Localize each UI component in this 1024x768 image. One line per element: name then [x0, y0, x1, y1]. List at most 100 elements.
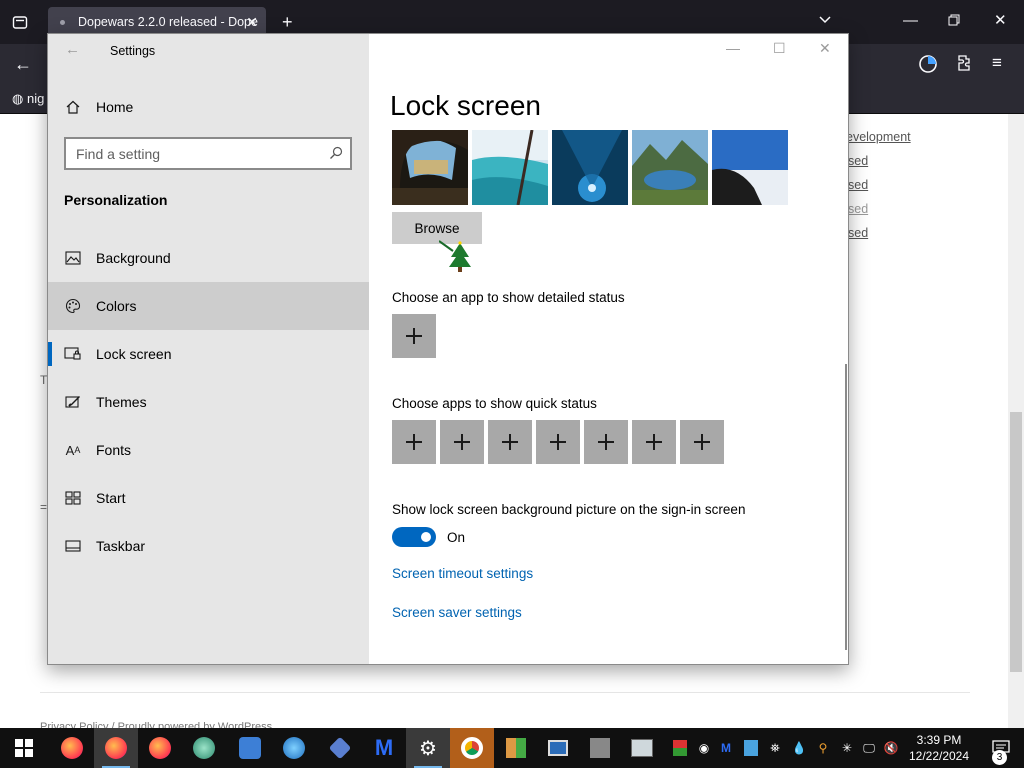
taskbar-app[interactable] — [494, 728, 538, 768]
sidebar-item-label: Taskbar — [96, 538, 146, 554]
bookmark-item[interactable]: ◍ nig — [12, 91, 44, 107]
firefox-view-icon[interactable] — [918, 54, 938, 77]
taskbar-app[interactable] — [620, 728, 664, 768]
taskbar-app[interactable] — [182, 728, 226, 768]
taskbar-app[interactable] — [450, 728, 494, 768]
firefox-icon — [105, 737, 127, 759]
plus-icon-stroke — [413, 434, 415, 450]
add-quick-status-app-button[interactable] — [632, 420, 676, 464]
plus-icon-stroke — [653, 434, 655, 450]
restore-icon[interactable] — [948, 14, 960, 29]
chevron-down-icon[interactable] — [818, 13, 832, 30]
page-link[interactable]: sed — [848, 202, 868, 216]
sidebar-item-label: Fonts — [96, 442, 132, 458]
taskbar-firefox[interactable] — [50, 728, 94, 768]
search-tray-icon[interactable]: ⚲ — [816, 740, 830, 756]
sidebar-item-taskbar[interactable]: Taskbar — [48, 522, 369, 570]
network-tray-icon[interactable]: ⛯ — [768, 740, 782, 756]
taskbar-firefox[interactable] — [94, 728, 138, 768]
tab-overview-icon[interactable] — [12, 14, 28, 33]
background-thumbnail[interactable] — [392, 130, 468, 205]
sidebar-item-lock-screen[interactable]: Lock screen — [48, 330, 369, 378]
lock-screen-icon — [63, 344, 83, 364]
add-detailed-status-app-button[interactable] — [392, 314, 436, 358]
volume-muted-icon[interactable]: 🔇 — [884, 740, 899, 756]
background-thumbnail[interactable] — [472, 129, 548, 206]
droplet-icon[interactable]: 💧 — [792, 740, 807, 756]
taskbar-app[interactable] — [318, 728, 362, 768]
globe-icon: ◍ — [12, 91, 24, 106]
page-link[interactable]: sed — [848, 178, 868, 192]
ie-app-icon — [283, 737, 305, 759]
taskbar-app[interactable] — [228, 728, 272, 768]
background-thumbnail[interactable] — [552, 130, 628, 205]
screen-timeout-link[interactable]: Screen timeout settings — [392, 566, 533, 581]
search-input[interactable] — [66, 139, 306, 168]
content-scrollbar[interactable] — [845, 364, 847, 650]
image-icon — [63, 248, 83, 268]
signin-picture-toggle[interactable] — [392, 527, 436, 547]
search-icon[interactable] — [328, 145, 344, 161]
sidebar-item-label: Start — [96, 490, 126, 506]
taskbar-app[interactable]: M — [362, 728, 406, 768]
taskbar-app[interactable] — [536, 728, 580, 768]
add-quick-status-app-button[interactable] — [488, 420, 532, 464]
malwarebytes-tray-icon[interactable]: M — [719, 740, 733, 756]
close-icon[interactable]: ✕ — [819, 40, 831, 57]
network-app-icon — [239, 737, 261, 759]
search-box[interactable] — [64, 137, 352, 170]
page-link[interactable]: sed — [848, 154, 868, 168]
sidebar-item-start[interactable]: Start — [48, 474, 369, 522]
tree-cursor-icon — [438, 239, 475, 273]
monitor-icon[interactable]: 🖵 — [862, 740, 876, 756]
start-button[interactable] — [0, 728, 48, 768]
add-quick-status-app-button[interactable] — [392, 420, 436, 464]
taskbar-firefox[interactable] — [138, 728, 182, 768]
plus-icon-stroke — [509, 434, 511, 450]
network-app-2-icon — [328, 736, 352, 760]
taskbar-app[interactable] — [272, 728, 316, 768]
background-thumbnail[interactable] — [632, 130, 708, 205]
screen-saver-link[interactable]: Screen saver settings — [392, 605, 522, 620]
minimize-icon[interactable]: — — [726, 40, 740, 56]
close-icon[interactable]: ✕ — [994, 13, 1007, 28]
sidebar-item-themes[interactable]: Themes — [48, 378, 369, 426]
add-quick-status-app-button[interactable] — [536, 420, 580, 464]
gear-icon: ⚙ — [419, 737, 437, 760]
windows-logo-icon — [15, 739, 33, 757]
sidebar-item-fonts[interactable]: AA Fonts — [48, 426, 369, 474]
maximize-icon[interactable]: ☐ — [773, 40, 786, 57]
add-quick-status-app-button[interactable] — [440, 420, 484, 464]
background-thumbnail[interactable] — [712, 130, 788, 205]
back-arrow-icon[interactable]: ← — [14, 55, 32, 73]
add-quick-status-app-button[interactable] — [584, 420, 628, 464]
page-link[interactable]: evelopment — [846, 130, 911, 144]
settings-content: — ☐ ✕ Lock screen Browse Choose an app t… — [369, 34, 848, 664]
clock-date: 12/22/2024 — [908, 749, 970, 763]
page-scroll-thumb[interactable] — [1010, 412, 1022, 672]
themes-icon — [63, 392, 83, 412]
taskbar-icon — [63, 536, 83, 556]
home-label: Home — [96, 99, 134, 115]
sidebar-item-colors[interactable]: Colors — [48, 282, 369, 330]
quick-status-label: Choose apps to show quick status — [392, 396, 597, 411]
menu-icon[interactable]: ≡ — [992, 54, 1002, 71]
taskbar-app[interactable] — [578, 728, 622, 768]
tray-app-icon[interactable] — [673, 740, 687, 756]
tray-app-icon[interactable] — [744, 740, 758, 756]
sidebar-item-background[interactable]: Background — [48, 234, 369, 282]
home-nav-item[interactable]: Home — [48, 90, 369, 124]
add-quick-status-app-button[interactable] — [680, 420, 724, 464]
minimize-icon[interactable]: — — [903, 13, 918, 28]
page-link[interactable]: sed — [848, 226, 868, 240]
new-tab-icon[interactable]: + — [282, 13, 293, 31]
bookmark-label: nig — [26, 91, 45, 106]
extensions-icon[interactable] — [956, 54, 974, 75]
page-title: Lock screen — [390, 90, 541, 121]
discord-icon[interactable]: ◉ — [697, 740, 711, 756]
taskbar-settings[interactable]: ⚙ — [406, 728, 450, 768]
sparkle-icon[interactable]: ✳ — [840, 740, 854, 756]
system-clock[interactable]: 3:39 PM 12/22/2024 — [904, 732, 974, 764]
back-arrow-icon[interactable]: ← — [65, 41, 80, 58]
window-title: Settings — [110, 44, 156, 58]
